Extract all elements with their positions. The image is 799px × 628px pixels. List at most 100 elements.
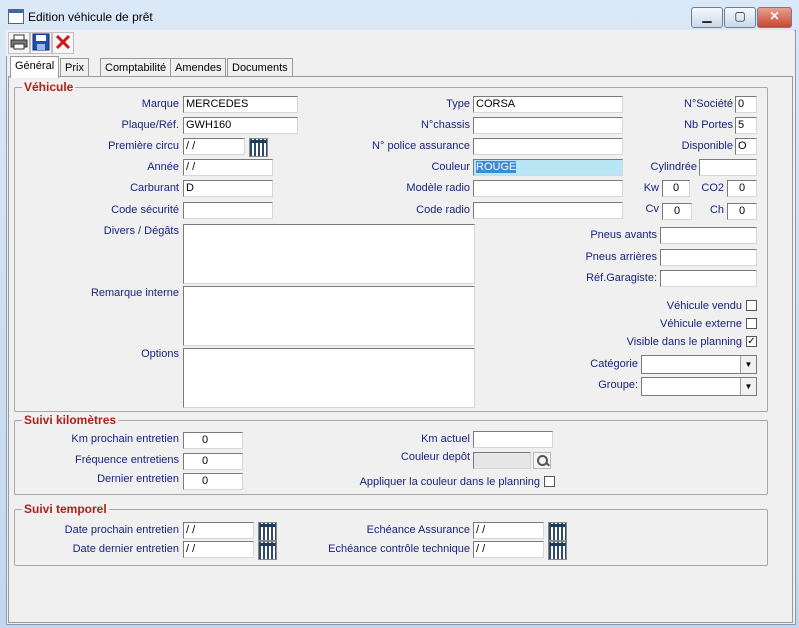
echeance-assurance-label: Echéance Assurance bbox=[366, 524, 470, 536]
vendu-checkbox[interactable] bbox=[746, 300, 757, 311]
externe-label: Véhicule externe bbox=[660, 318, 742, 330]
dernier-entretien-label: Dernier entretien bbox=[97, 473, 179, 485]
kw-field[interactable]: 0 bbox=[662, 180, 690, 197]
pneus-arrieres-label: Pneus arrières bbox=[585, 251, 657, 263]
frequence-field[interactable]: 0 bbox=[183, 453, 243, 470]
minimize-button[interactable]: ▁ bbox=[691, 7, 723, 28]
date-prochain-field[interactable]: / / bbox=[183, 522, 254, 539]
co2-label: CO2 bbox=[701, 182, 724, 194]
code-securite-label: Code sécurité bbox=[111, 204, 179, 216]
red-x-icon bbox=[55, 34, 71, 50]
chevron-down-icon: ▼ bbox=[740, 356, 756, 373]
echeance-controle-field[interactable]: / / bbox=[473, 541, 544, 558]
nb-portes-label: Nb Portes bbox=[684, 119, 733, 131]
modele-radio-field[interactable] bbox=[473, 180, 623, 197]
disponible-field[interactable]: O bbox=[735, 138, 757, 155]
pneus-arrieres-field[interactable] bbox=[660, 249, 757, 266]
couleur-label: Couleur bbox=[431, 161, 470, 173]
date-dernier-label: Date dernier entretien bbox=[72, 543, 179, 555]
date-dernier-field[interactable]: / / bbox=[183, 541, 254, 558]
plaque-field[interactable]: GWH160 bbox=[183, 117, 298, 134]
ref-garagiste-label: Réf.Garagiste: bbox=[586, 272, 657, 284]
couleur-field[interactable]: ROUGE bbox=[473, 159, 623, 176]
vendu-label: Véhicule vendu bbox=[666, 300, 742, 312]
cv-label: Cv bbox=[645, 203, 659, 215]
km-prochain-field[interactable]: 0 bbox=[183, 432, 243, 449]
close-button[interactable]: ✕ bbox=[757, 7, 792, 28]
divers-label: Divers / Dégâts bbox=[103, 225, 179, 237]
remarque-textarea[interactable] bbox=[183, 286, 475, 346]
marque-field[interactable]: MERCEDES bbox=[183, 96, 298, 113]
echeance-controle-calendar-icon[interactable] bbox=[548, 541, 567, 560]
externe-checkbox[interactable] bbox=[746, 318, 757, 329]
visible-planning-checkbox[interactable]: ✓ bbox=[746, 336, 757, 347]
tab-prix[interactable]: Prix bbox=[60, 58, 89, 77]
type-field[interactable]: CORSA bbox=[473, 96, 623, 113]
kw-label: Kw bbox=[643, 182, 659, 194]
echeance-controle-label: Echéance contrôle technique bbox=[328, 543, 470, 555]
couleur-depot-field[interactable] bbox=[473, 452, 531, 469]
options-label: Options bbox=[141, 348, 179, 360]
co2-field[interactable]: 0 bbox=[727, 180, 757, 197]
groupe-label: Groupe: bbox=[598, 379, 638, 391]
ch-label: Ch bbox=[709, 204, 724, 216]
type-label: Type bbox=[446, 98, 470, 110]
nsociete-label: N°Société bbox=[683, 98, 733, 110]
frequence-label: Fréquence entretiens bbox=[75, 454, 179, 466]
code-radio-field[interactable] bbox=[473, 202, 623, 219]
echeance-assurance-calendar-icon[interactable] bbox=[548, 522, 567, 541]
annee-label: Année bbox=[147, 161, 179, 173]
premiere-circu-field[interactable]: / / bbox=[183, 138, 245, 155]
visible-planning-label: Visible dans le planning bbox=[626, 336, 742, 348]
cylindree-label: Cylindrée bbox=[650, 161, 697, 173]
carburant-label: Carburant bbox=[130, 182, 179, 194]
echeance-assurance-field[interactable]: / / bbox=[473, 522, 544, 539]
window-title: Edition véhicule de prêt bbox=[28, 10, 153, 24]
vehicule-group-title: Véhicule bbox=[22, 80, 76, 94]
tab-general[interactable]: Général bbox=[10, 56, 60, 78]
groupe-select[interactable]: ▼ bbox=[641, 377, 757, 396]
title-bar[interactable]: Edition véhicule de prêt ▁ ▢ ✕ bbox=[0, 0, 799, 30]
marque-label: Marque bbox=[141, 98, 179, 110]
premiere-circu-calendar-icon[interactable] bbox=[249, 138, 268, 157]
tab-amendes[interactable]: Amendes bbox=[170, 58, 227, 77]
dernier-entretien-field[interactable]: 0 bbox=[183, 473, 243, 490]
cv-field[interactable]: 0 bbox=[662, 203, 692, 220]
delete-button[interactable] bbox=[52, 32, 74, 54]
divers-textarea[interactable] bbox=[183, 224, 475, 284]
code-securite-field[interactable] bbox=[183, 202, 273, 219]
tab-comptabilite[interactable]: Comptabilité bbox=[100, 58, 172, 77]
app-window-icon bbox=[8, 9, 24, 24]
cylindree-field[interactable] bbox=[699, 159, 757, 176]
pneus-avants-field[interactable] bbox=[660, 227, 757, 244]
window: Edition véhicule de prêt ▁ ▢ ✕ Général P… bbox=[0, 0, 799, 628]
categorie-select[interactable]: ▼ bbox=[641, 355, 757, 374]
appliquer-couleur-checkbox[interactable] bbox=[544, 476, 555, 487]
print-button[interactable] bbox=[8, 32, 30, 54]
date-prochain-label: Date prochain entretien bbox=[64, 524, 179, 536]
plaque-label: Plaque/Réf. bbox=[121, 119, 179, 131]
km-group-title: Suivi kilomètres bbox=[22, 413, 119, 427]
nb-portes-field[interactable]: 5 bbox=[735, 117, 757, 134]
tab-documents[interactable]: Documents bbox=[227, 58, 293, 77]
ref-garagiste-field[interactable] bbox=[660, 270, 757, 287]
pneus-avants-label: Pneus avants bbox=[590, 229, 657, 241]
temporel-group-title: Suivi temporel bbox=[22, 502, 109, 516]
annee-field[interactable]: / / bbox=[183, 159, 273, 176]
nchassis-field[interactable] bbox=[473, 117, 623, 134]
save-button[interactable] bbox=[30, 32, 52, 54]
maximize-button[interactable]: ▢ bbox=[724, 7, 756, 28]
km-actuel-label: Km actuel bbox=[421, 433, 470, 445]
ch-field[interactable]: 0 bbox=[727, 203, 757, 220]
km-actuel-field[interactable] bbox=[473, 431, 553, 448]
nsociete-field[interactable]: 0 bbox=[735, 96, 757, 113]
options-textarea[interactable] bbox=[183, 348, 475, 408]
chevron-down-icon: ▼ bbox=[740, 378, 756, 395]
carburant-field[interactable]: D bbox=[183, 180, 273, 197]
search-icon[interactable] bbox=[533, 452, 551, 469]
categorie-label: Catégorie bbox=[590, 358, 638, 370]
disponible-label: Disponible bbox=[681, 140, 733, 152]
police-assurance-field[interactable] bbox=[473, 138, 623, 155]
temporel-group bbox=[14, 509, 768, 566]
police-assurance-label: N° police assurance bbox=[372, 140, 470, 152]
